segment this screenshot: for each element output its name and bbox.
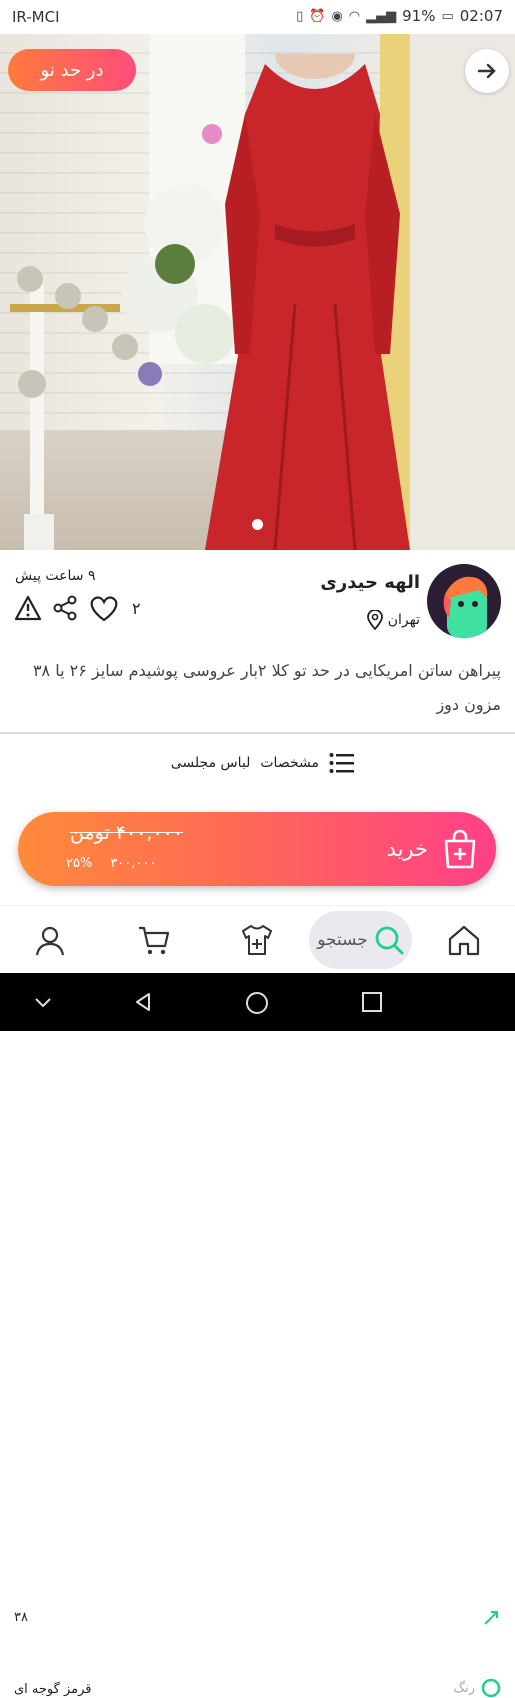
signal-icon: ▂▄▆ — [366, 8, 397, 24]
condition-badge: در حد نو — [8, 49, 136, 91]
add-clothing-icon — [242, 925, 272, 955]
shopping-bag-icon — [444, 829, 476, 869]
size-icon — [484, 1611, 498, 1625]
red-dress — [205, 54, 410, 550]
buy-bar: ۴۰۰,۰۰۰ تومن ۲۵% ۳۰۰,۰۰۰ خرید — [18, 812, 496, 886]
vibrate-icon: ▯ — [296, 8, 304, 24]
eye-icon: ◉ — [331, 8, 343, 24]
battery-icon: ▭ — [441, 8, 454, 24]
color-label: رنگ — [453, 1680, 475, 1696]
list-icon — [329, 753, 354, 773]
listing-actions: ۲ — [14, 594, 141, 622]
bottom-navigation: جستجو — [0, 905, 515, 973]
home-icon — [448, 925, 480, 956]
carrier-label: IR-MCI — [12, 8, 60, 26]
next-image-button[interactable] — [465, 49, 509, 93]
divider — [0, 732, 515, 734]
nav-add-listing[interactable] — [231, 918, 283, 962]
specifications-row[interactable]: مشخصات لباس مجلسی — [171, 752, 355, 774]
seller-name[interactable]: الهه حیدری — [320, 572, 420, 593]
buy-label: خرید — [386, 837, 428, 861]
nav-cart[interactable] — [128, 918, 180, 962]
spec-label: مشخصات — [260, 755, 319, 771]
wifi-icon: ◠ — [348, 8, 361, 24]
listing-description: پیراهن ساتن امریکایی در حد تو کلا ۲بار ع… — [32, 661, 501, 714]
clock: 02:07 — [459, 7, 503, 25]
city-label: تهران — [387, 612, 420, 628]
color-row: رنگ — [453, 1678, 501, 1698]
user-icon — [35, 926, 65, 956]
cart-icon — [139, 926, 170, 955]
search-label: جستجو — [317, 930, 368, 950]
color-value: قرمز گوجه ای — [14, 1682, 92, 1697]
buy-button[interactable]: خرید — [387, 829, 478, 869]
old-price: ۴۰۰,۰۰۰ تومن — [70, 822, 184, 844]
recents-icon[interactable] — [361, 991, 383, 1013]
color-circle-icon — [481, 1678, 501, 1698]
system-nav-bar — [0, 973, 515, 1031]
alarm-icon: ⏰ — [309, 8, 326, 24]
carousel-indicator[interactable] — [252, 519, 263, 530]
share-icon[interactable] — [52, 595, 78, 621]
size-value: ۳۸ — [14, 1610, 28, 1625]
product-image[interactable] — [0, 34, 515, 550]
nav-search[interactable]: جستجو — [309, 911, 412, 969]
nav-home[interactable] — [438, 918, 490, 962]
home-button-icon[interactable] — [245, 991, 269, 1015]
discount-percent: ۲۵% — [66, 856, 93, 871]
arrow-right-icon — [477, 63, 496, 79]
like-count: ۲ — [132, 598, 141, 618]
battery-percent: 91% — [402, 7, 436, 25]
avatar-illustration — [443, 576, 488, 638]
seller-location: تهران — [366, 610, 420, 630]
back-icon[interactable] — [132, 991, 154, 1013]
collapse-icon[interactable] — [32, 991, 54, 1013]
new-price: ۳۰۰,۰۰۰ — [110, 856, 157, 871]
location-pin-icon — [366, 610, 383, 630]
nav-profile[interactable] — [24, 918, 76, 962]
search-icon — [375, 926, 404, 955]
avatar[interactable] — [427, 564, 501, 638]
price-info: ۲۵% ۳۰۰,۰۰۰ — [66, 856, 156, 871]
report-icon[interactable] — [14, 595, 42, 621]
status-bar: IR-MCI ▯ ⏰ ◉ ◠ ▂▄▆ 91% ▭ 02:07 — [0, 0, 515, 34]
category-value: لباس مجلسی — [170, 755, 251, 771]
posted-time: ۹ ساعت پیش — [15, 568, 96, 584]
heart-icon[interactable] — [88, 594, 120, 622]
